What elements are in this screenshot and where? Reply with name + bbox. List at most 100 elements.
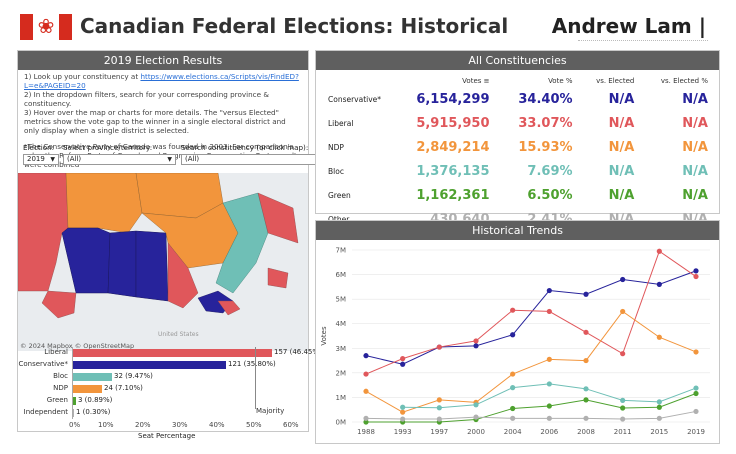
data-point[interactable] [693, 268, 699, 274]
data-point[interactable] [693, 390, 699, 397]
votes-value: 6,154,299 [416, 91, 490, 107]
data-point[interactable] [656, 404, 662, 410]
seat-row[interactable]: Green 3 (0.89%) [18, 396, 308, 405]
data-point[interactable] [473, 343, 479, 349]
data-point[interactable] [546, 403, 552, 409]
data-point[interactable] [583, 329, 589, 335]
seat-bar-conservative[interactable] [72, 361, 226, 369]
data-point[interactable] [546, 415, 552, 421]
y-tick-label: 4M [336, 320, 347, 328]
constituency-row[interactable]: NDP 2,849,214 15.93% N/A N/A [316, 135, 716, 159]
data-point[interactable] [473, 414, 479, 420]
data-point[interactable] [620, 276, 626, 283]
constituency-row[interactable]: Conservative* 6,154,299 34.40% N/A N/A [316, 87, 716, 111]
province-dropdown[interactable]: (All) ▼ [63, 154, 176, 165]
data-point[interactable] [510, 385, 516, 391]
vs-elected-value: N/A [608, 91, 635, 107]
data-point[interactable] [583, 397, 589, 403]
data-point[interactable] [400, 416, 406, 422]
column-header-vs-elected[interactable]: vs. Elected [581, 75, 643, 87]
vs-elected-pct-value: N/A [682, 163, 708, 179]
data-point[interactable] [583, 415, 589, 421]
data-point[interactable] [363, 353, 369, 359]
data-point[interactable] [510, 307, 516, 313]
header: ❀ Canadian Federal Elections: Historical… [0, 0, 736, 44]
data-point[interactable] [693, 273, 699, 280]
votes-value: 2,849,214 [416, 139, 490, 155]
data-point[interactable] [510, 332, 516, 338]
data-point[interactable] [363, 388, 369, 394]
seat-bar-liberal[interactable] [72, 349, 272, 357]
data-point[interactable] [546, 308, 552, 315]
data-point[interactable] [436, 344, 442, 350]
seat-row[interactable]: Bloc 32 (9.47%) [18, 372, 308, 381]
electoral-map[interactable]: © 2024 Mapbox © OpenStreetMap United Sta… [18, 173, 308, 351]
historical-trends-chart[interactable]: 0M 1M 2M 3M 4M 5M 6M 7M 1988 1993 1997 2000 2004 2006… [316, 240, 719, 443]
data-point[interactable] [693, 385, 699, 391]
data-point[interactable] [693, 349, 699, 355]
data-point[interactable] [546, 356, 552, 362]
data-point[interactable] [436, 397, 442, 403]
constituency-row[interactable]: Bloc 1,376,135 7.69% N/A N/A [316, 159, 716, 183]
data-point[interactable] [400, 409, 406, 415]
data-point[interactable] [510, 405, 516, 412]
data-point[interactable] [363, 371, 369, 377]
series-line [365, 270, 697, 365]
data-point[interactable] [473, 338, 479, 344]
data-point[interactable] [656, 399, 662, 405]
chevron-down-icon: ▼ [50, 156, 55, 163]
sort-icon[interactable]: ≡ [484, 77, 490, 85]
seat-row[interactable]: Conservative* 121 (35.80%) [18, 360, 308, 369]
data-point[interactable] [620, 351, 626, 357]
party-name: Conservative* [328, 94, 382, 104]
seat-row[interactable]: NDP 24 (7.10%) [18, 384, 308, 393]
data-point[interactable] [400, 404, 406, 410]
data-point[interactable] [546, 381, 552, 387]
data-point[interactable] [620, 405, 626, 411]
seat-x-tick: 0% [69, 421, 81, 429]
constituency-dropdown[interactable]: (All)▼ [181, 154, 334, 165]
seat-row[interactable]: Liberal 157 (46.45%) [18, 348, 322, 357]
column-header-vote-pct[interactable]: Vote % [498, 75, 581, 87]
data-point[interactable] [620, 397, 626, 403]
canada-flag-icon: ❀ [20, 14, 72, 40]
column-header-votes[interactable]: Votes ≡ [389, 75, 497, 87]
data-point[interactable] [656, 415, 662, 421]
data-point[interactable] [510, 415, 516, 421]
seat-x-tick: 20% [135, 421, 151, 429]
vs-elected-pct-value: N/A [682, 187, 708, 203]
seat-bar-ndp[interactable] [72, 385, 102, 393]
column-header-vs-elected-pct[interactable]: vs. Elected % [642, 75, 716, 87]
data-point[interactable] [510, 371, 516, 377]
majority-label: Majority [256, 407, 285, 415]
y-axis-label: Votes [320, 326, 328, 346]
election-dropdown[interactable]: 2019 ▼ [23, 154, 59, 165]
data-point[interactable] [546, 287, 552, 294]
constituencies-panel: All Constituencies Votes ≡ Vote % vs. El… [315, 50, 720, 227]
data-point[interactable] [583, 386, 589, 392]
constituency-row[interactable]: Liberal 5,915,950 33.07% N/A N/A [316, 111, 716, 135]
majority-line [255, 347, 256, 409]
panel-title: All Constituencies [316, 51, 719, 70]
data-point[interactable] [436, 405, 442, 411]
votes-value: 5,915,950 [416, 115, 490, 131]
data-point[interactable] [400, 356, 406, 362]
data-point[interactable] [363, 415, 369, 421]
data-point[interactable] [620, 308, 626, 315]
data-point[interactable] [656, 248, 662, 254]
data-point[interactable] [583, 357, 589, 364]
data-point[interactable] [656, 334, 662, 340]
data-point[interactable] [620, 416, 626, 422]
data-point[interactable] [656, 281, 662, 287]
constituency-row[interactable]: Green 1,162,361 6.50% N/A N/A [316, 183, 716, 207]
constituencies-table: Votes ≡ Vote % vs. Elected vs. Elected %… [316, 75, 716, 231]
data-point[interactable] [693, 408, 699, 415]
data-point[interactable] [473, 402, 479, 408]
y-tick-label: 0M [336, 419, 347, 427]
map-shapes[interactable] [18, 173, 308, 351]
data-point[interactable] [436, 416, 442, 422]
data-point[interactable] [400, 361, 406, 367]
y-tick-label: 6M [336, 271, 347, 279]
data-point[interactable] [583, 291, 589, 297]
seat-bar-bloc[interactable] [72, 373, 112, 381]
